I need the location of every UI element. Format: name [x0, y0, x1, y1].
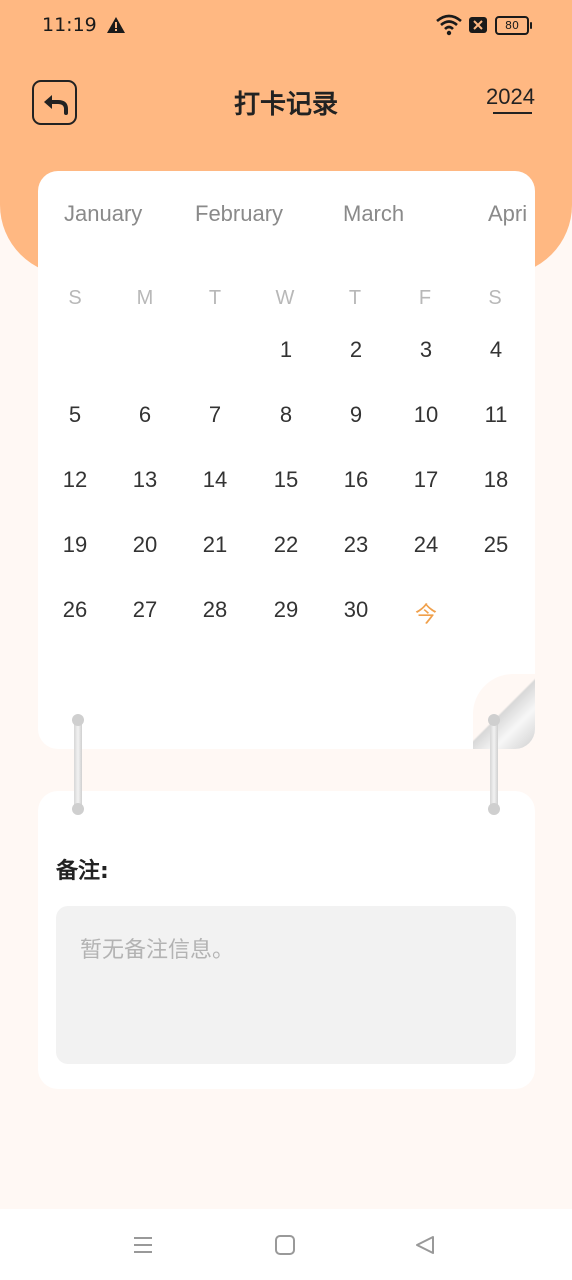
- warning-icon: [107, 17, 125, 33]
- battery-tip: [530, 22, 532, 29]
- weekday-sun: S: [68, 287, 82, 309]
- day-cell[interactable]: 17: [396, 467, 456, 493]
- day-cell[interactable]: 12: [45, 467, 105, 493]
- battery-icon: 80: [495, 16, 532, 35]
- binder-ring-left: [74, 718, 82, 810]
- day-cell[interactable]: 26: [45, 597, 105, 623]
- day-cell[interactable]: 4: [466, 337, 526, 363]
- tab-february[interactable]: February: [195, 201, 283, 227]
- menu-icon[interactable]: [132, 1234, 154, 1256]
- day-cell[interactable]: 7: [185, 402, 245, 428]
- status-time: 11:19: [42, 14, 97, 36]
- weekday-mon: M: [136, 287, 154, 309]
- day-cell[interactable]: 18: [466, 467, 526, 493]
- day-cell[interactable]: 5: [45, 402, 105, 428]
- wifi-icon: [436, 14, 462, 36]
- year-selector[interactable]: 2024: [486, 84, 535, 110]
- weekday-wed: W: [275, 287, 295, 309]
- year-underline: [493, 112, 532, 114]
- weekday-sat: S: [488, 287, 502, 309]
- binder-ring-left-bottom: [72, 803, 84, 815]
- sim-icon: [469, 17, 487, 33]
- binder-ring-left-top: [72, 714, 84, 726]
- day-cell[interactable]: 8: [256, 402, 316, 428]
- status-bar: 11:19 80: [0, 0, 572, 52]
- day-cell[interactable]: 22: [256, 532, 316, 558]
- binder-ring-right: [490, 718, 498, 810]
- day-cell[interactable]: 19: [45, 532, 105, 558]
- tab-april[interactable]: Apri: [488, 201, 527, 227]
- back-triangle-icon[interactable]: [414, 1234, 436, 1256]
- day-cell[interactable]: 25: [466, 532, 526, 558]
- day-cell[interactable]: 30: [326, 597, 386, 623]
- navigation-bar: [0, 1209, 572, 1280]
- home-icon[interactable]: [274, 1234, 296, 1256]
- day-cell[interactable]: 11: [466, 402, 526, 428]
- day-cell[interactable]: 10: [396, 402, 456, 428]
- day-cell[interactable]: 1: [256, 337, 316, 363]
- day-cell[interactable]: 13: [115, 467, 175, 493]
- day-cell[interactable]: 29: [256, 597, 316, 623]
- page-curl[interactable]: [473, 674, 535, 749]
- notes-title: 备注:: [56, 859, 109, 884]
- day-cell[interactable]: 15: [256, 467, 316, 493]
- day-cell[interactable]: 20: [115, 532, 175, 558]
- day-cell[interactable]: 24: [396, 532, 456, 558]
- day-cell[interactable]: 9: [326, 402, 386, 428]
- day-cell[interactable]: 28: [185, 597, 245, 623]
- day-cell[interactable]: 6: [115, 402, 175, 428]
- tab-january[interactable]: January: [64, 201, 142, 227]
- tab-march[interactable]: March: [343, 201, 404, 227]
- day-cell[interactable]: 2: [326, 337, 386, 363]
- notes-box: 暂无备注信息。: [56, 906, 516, 1064]
- notes-placeholder: 暂无备注信息。: [80, 938, 235, 963]
- day-cell[interactable]: 14: [185, 467, 245, 493]
- day-cell[interactable]: 23: [326, 532, 386, 558]
- weekday-fri: F: [418, 287, 432, 309]
- calendar-card: January February March Apri S M T W T F …: [38, 171, 535, 749]
- battery-level: 80: [495, 16, 529, 35]
- month-tabs: January February March Apri: [38, 201, 535, 231]
- weekday-thu: T: [348, 287, 362, 309]
- day-cell-today[interactable]: 今: [396, 597, 456, 629]
- binder-ring-right-top: [488, 714, 500, 726]
- binder-ring-right-bottom: [488, 803, 500, 815]
- day-cell[interactable]: 27: [115, 597, 175, 623]
- day-cell[interactable]: 16: [326, 467, 386, 493]
- weekday-tue: T: [208, 287, 222, 309]
- notes-card: 备注: 暂无备注信息。: [38, 791, 535, 1089]
- day-cell[interactable]: 3: [396, 337, 456, 363]
- day-cell[interactable]: 21: [185, 532, 245, 558]
